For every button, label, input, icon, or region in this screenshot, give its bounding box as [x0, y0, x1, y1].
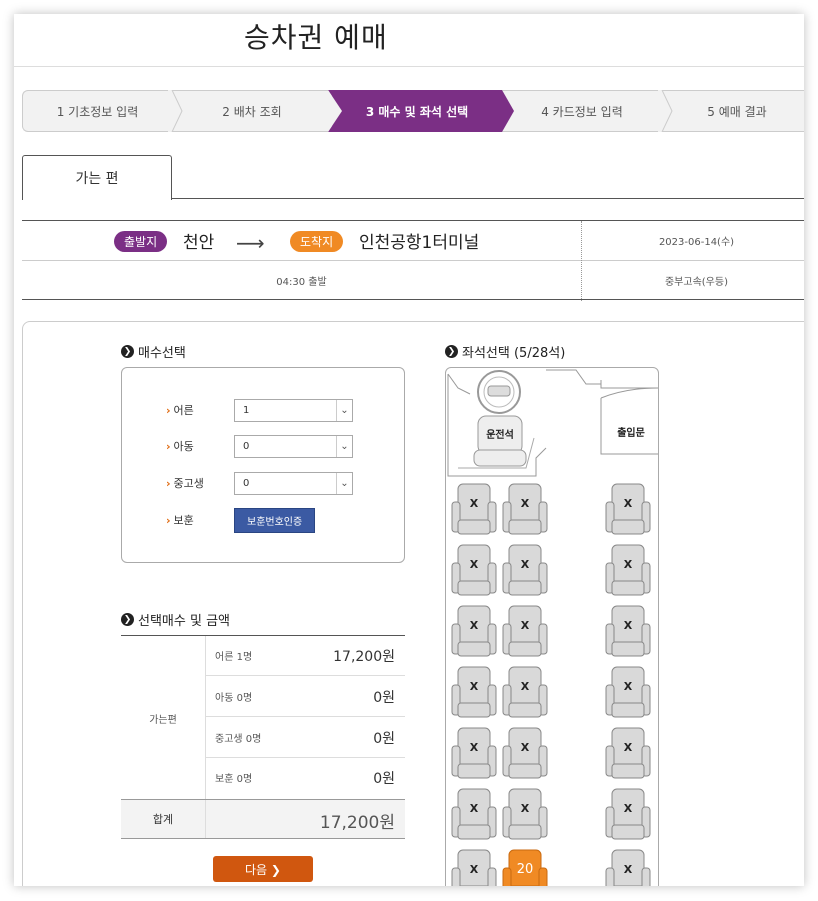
summary-row-veteran: 보훈 0명 0원: [215, 771, 395, 787]
seat-taken: X: [605, 788, 651, 840]
step-chevron-icon: [168, 90, 183, 132]
seat-taken: X: [451, 788, 497, 840]
seat-taken: X: [451, 727, 497, 779]
qty-row-child: 아동 0 ⌄: [166, 434, 396, 458]
tab-underline: [171, 198, 804, 199]
departure-time: 04:30 출발: [276, 276, 327, 288]
seat-taken-mark: X: [624, 680, 633, 693]
seat-taken: X: [605, 666, 651, 718]
seat-taken: X: [605, 483, 651, 535]
step-progress: 1 기초정보 입력 2 배차 조회 3 매수 및 좌석 선택 4 카드정보 입력…: [22, 90, 804, 132]
booking-page: 승차권 예매 1 기초정보 입력 2 배차 조회 3 매수 및 좌석 선택 4 …: [14, 14, 804, 886]
seat-taken: X: [451, 605, 497, 657]
title-divider: [14, 66, 804, 67]
seat-taken: X: [605, 727, 651, 779]
chevron-right-icon: ❯: [445, 345, 458, 358]
seat-taken: X: [502, 483, 548, 535]
seat-taken-mark: X: [470, 497, 479, 510]
seat-taken: X: [451, 483, 497, 535]
seat-grid: X X X X X X X X X X X X X X X X X X X 20 X: [451, 483, 651, 886]
seat-taken-mark: X: [624, 558, 633, 571]
seat-taken: X: [502, 788, 548, 840]
child-count-select[interactable]: 0 ⌄: [234, 434, 353, 458]
page-title: 승차권 예매: [244, 21, 388, 54]
seat-taken-mark: X: [521, 619, 530, 632]
step-2: 2 배차 조회: [172, 90, 332, 132]
seat-taken-mark: X: [624, 863, 633, 876]
seat-section-title: ❯ 좌석선택 (5/28석): [445, 342, 565, 361]
chevron-down-icon: ⌄: [336, 399, 352, 421]
summary-section-title: ❯ 선택매수 및 금액: [121, 610, 230, 629]
seat-number: 20: [517, 862, 534, 877]
arrival-badge: 도착지: [290, 231, 344, 252]
tab-outbound[interactable]: 가는 편: [22, 155, 172, 200]
seat-map: 운전석 출입문 X X X X X X X X X X X X X X X X X X X 20 X: [445, 367, 659, 886]
qty-row-student: 중고생 0 ⌄: [166, 471, 396, 495]
seat-taken: X: [451, 849, 497, 886]
step-chevron-icon: [328, 90, 344, 132]
veteran-auth-button[interactable]: 보훈번호인증: [234, 507, 316, 533]
seat-taken: X: [502, 727, 548, 779]
qty-row-veteran: 보훈 보훈번호인증: [166, 507, 396, 533]
arrival-city: 인천공항1터미널: [359, 233, 480, 253]
quantity-box: [121, 367, 405, 563]
seat-available[interactable]: 20: [502, 849, 548, 886]
departure-city: 천안: [183, 233, 215, 253]
seat-taken-mark: X: [470, 802, 479, 815]
step-chevron-icon: [658, 90, 673, 132]
quantity-section-title: ❯ 매수선택: [121, 342, 186, 361]
seat-taken-mark: X: [521, 497, 530, 510]
seat-taken-mark: X: [521, 802, 530, 815]
summary-row-adult: 어른 1명 17,200원: [206, 636, 405, 676]
seat-taken: X: [451, 666, 497, 718]
seat-taken: X: [605, 605, 651, 657]
seat-taken-mark: X: [624, 802, 633, 815]
route-info: 출발지 천안 ⟶ 도착지 인천공항1터미널 2023-06-14(수) 04:3…: [22, 220, 804, 301]
step-4: 4 카드정보 입력: [502, 90, 662, 132]
seat-taken-mark: X: [470, 741, 479, 754]
seat-taken: X: [502, 605, 548, 657]
step-chevron-icon: [498, 90, 514, 132]
seat-taken-mark: X: [521, 558, 530, 571]
seat-taken-mark: X: [470, 863, 479, 876]
seat-taken-mark: X: [624, 619, 633, 632]
bus-company: 중부고속(우등): [664, 276, 728, 288]
qty-row-adult: 어른 1 ⌄: [166, 398, 396, 422]
summary-row-student: 중고생 0명 0원: [206, 718, 405, 758]
adult-count-select[interactable]: 1 ⌄: [234, 398, 353, 422]
seat-taken: X: [451, 544, 497, 596]
seat-taken-mark: X: [470, 680, 479, 693]
route-arrow-icon: ⟶: [236, 231, 265, 255]
seat-taken-mark: X: [521, 741, 530, 754]
seat-taken-mark: X: [624, 741, 633, 754]
seat-taken: X: [605, 544, 651, 596]
step-3-active: 3 매수 및 좌석 선택: [332, 90, 502, 132]
chevron-down-icon: ⌄: [336, 472, 352, 494]
seat-taken: X: [502, 666, 548, 718]
departure-date: 2023-06-14(수): [658, 237, 735, 248]
seat-taken: X: [502, 544, 548, 596]
next-button[interactable]: 다음 ❯: [213, 856, 313, 882]
summary-total: 합계 17,200원: [121, 799, 405, 839]
chevron-right-icon: ❯: [121, 345, 134, 358]
seat-taken: X: [605, 849, 651, 886]
seat-taken-mark: X: [470, 619, 479, 632]
summary-row-child: 아동 0명 0원: [206, 677, 405, 717]
step-5: 5 예매 결과: [662, 90, 804, 132]
departure-badge: 출발지: [114, 231, 168, 252]
seat-taken-mark: X: [470, 558, 479, 571]
seat-taken-mark: X: [521, 680, 530, 693]
student-count-select[interactable]: 0 ⌄: [234, 471, 353, 495]
step-1: 1 기초정보 입력: [22, 90, 172, 132]
summary-trip-label: 가는편: [121, 636, 206, 800]
seat-taken-mark: X: [624, 497, 633, 510]
chevron-down-icon: ⌄: [336, 435, 352, 457]
chevron-right-icon: ❯: [121, 613, 134, 626]
